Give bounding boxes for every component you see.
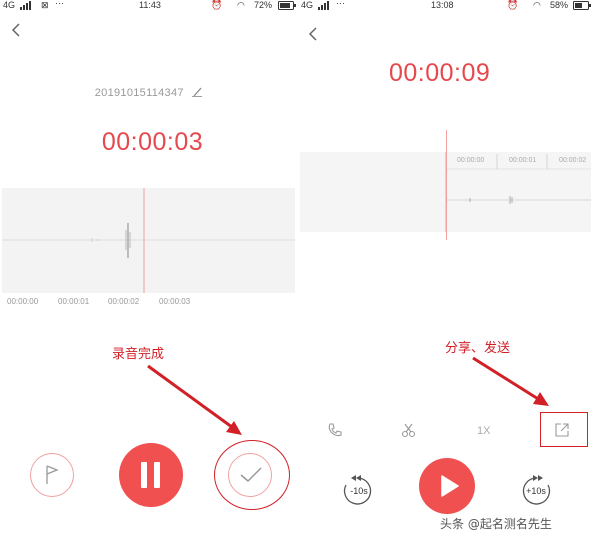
flag-button[interactable] [30, 453, 74, 497]
pause-icon [141, 462, 161, 493]
speed-button[interactable]: 1X [477, 425, 490, 437]
pause-button[interactable] [119, 443, 183, 507]
watermark: 头条 @起名测名先生 [440, 517, 552, 531]
play-button[interactable] [419, 458, 475, 514]
rewind-10s-button[interactable]: -10s [342, 475, 374, 507]
done-button[interactable] [228, 453, 272, 497]
forward-label: +10s [526, 486, 546, 496]
left-screen: 4G ⊠ ··· 11:43 ⏰ ◠ 72% 20191015114347 00… [0, 0, 297, 544]
flag-icon [45, 465, 59, 490]
forward-10s-button[interactable]: +10s [520, 475, 552, 507]
scissors-icon[interactable] [401, 423, 416, 443]
play-icon [441, 475, 459, 502]
phone-icon[interactable] [327, 423, 342, 443]
rewind-label: -10s [350, 486, 368, 496]
share-icon[interactable] [555, 423, 569, 442]
checkmark-icon [240, 467, 262, 488]
right-screen: 4G ··· 13:08 ⏰ ◠ 58% 00:00:09 00:00:00 0 [297, 0, 594, 544]
